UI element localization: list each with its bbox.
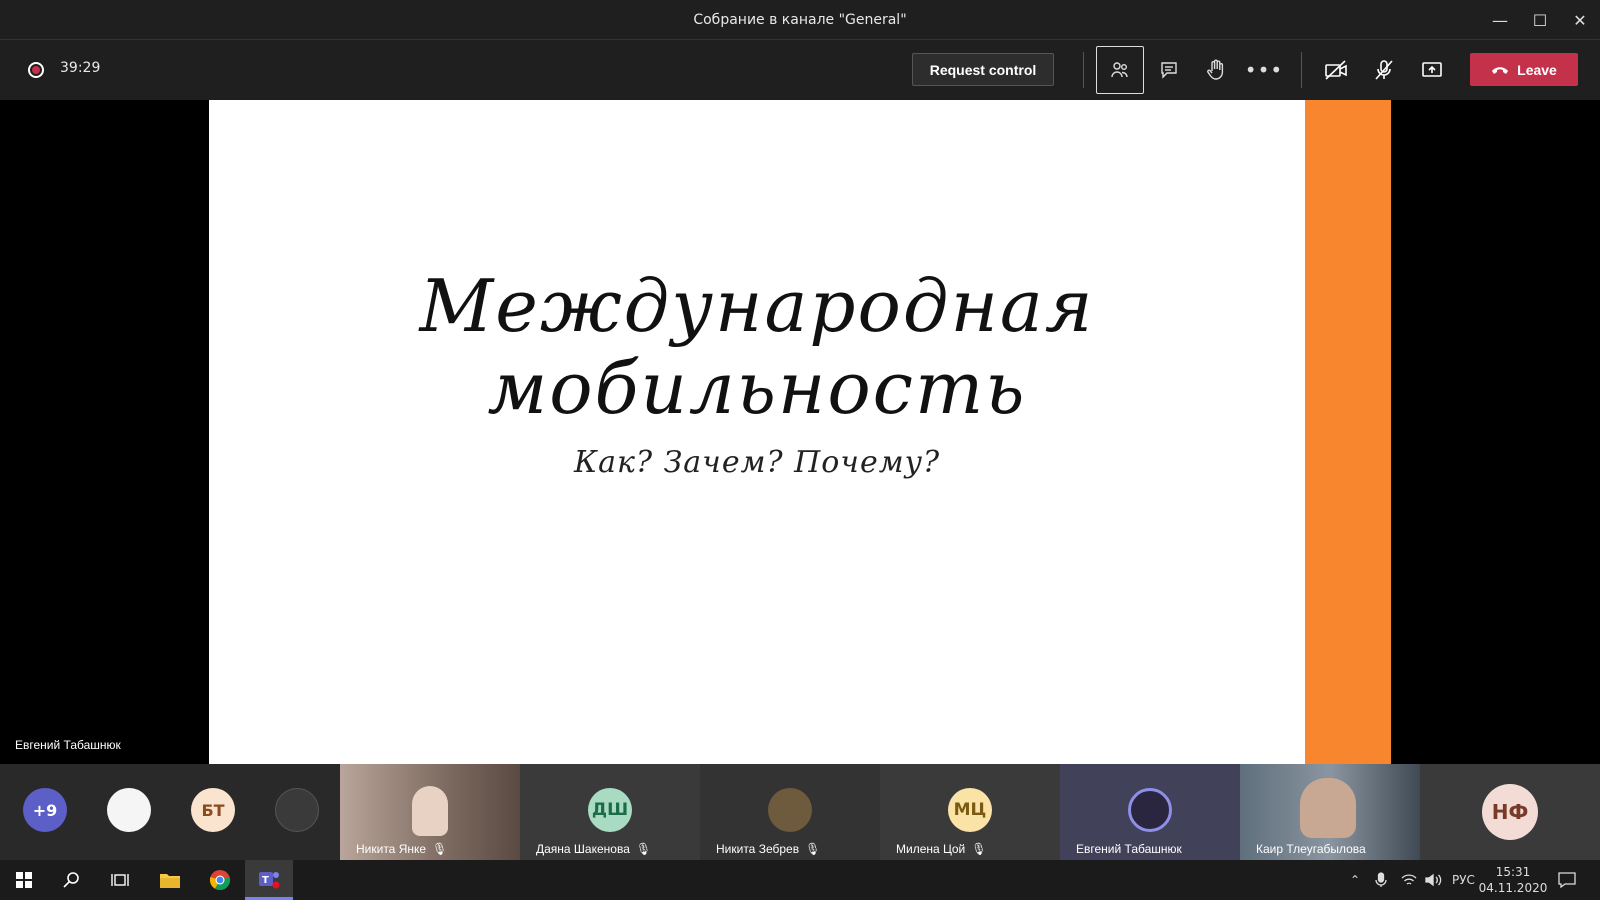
meeting-timer: 39:29 <box>60 60 101 76</box>
participant-name: Никита Янке <box>356 842 427 856</box>
more-options-button[interactable]: ••• <box>1240 46 1288 94</box>
microphone-icon <box>1375 872 1387 887</box>
window-title: Собрание в канале "General" <box>693 11 907 28</box>
share-screen-icon <box>1422 62 1442 77</box>
chat-icon <box>1161 62 1177 79</box>
input-language-indicator[interactable]: РУС <box>1452 860 1475 900</box>
participant-tile[interactable]: Никита Янке 🎙 <box>340 764 520 860</box>
folder-icon <box>160 874 180 888</box>
search-button[interactable] <box>48 860 96 900</box>
share-screen-button[interactable] <box>1408 46 1456 94</box>
slide-subtitle: Как? Зачем? Почему? <box>573 445 941 480</box>
maximize-icon[interactable]: ☐ <box>1520 0 1560 40</box>
participant-name: Евгений Табашнюк <box>1076 842 1182 856</box>
volume-icon <box>1425 873 1442 887</box>
video-feed <box>412 786 448 836</box>
avatar: МЦ <box>948 788 992 832</box>
avatar <box>768 788 812 832</box>
mic-toggle-button[interactable] <box>1360 46 1408 94</box>
show-hidden-icons[interactable]: ⌃ <box>1350 860 1360 900</box>
mic-off-icon: 🎙 <box>805 842 821 856</box>
participant-name: Каир Тлеугабылова <box>1256 842 1366 856</box>
mic-off-icon: 🎙 <box>432 842 448 856</box>
chrome-button[interactable] <box>196 860 244 900</box>
more-icon: ••• <box>1244 58 1284 82</box>
window-controls: — ☐ ✕ <box>1480 0 1600 40</box>
mic-off-icon <box>1375 60 1393 80</box>
avatar: НФ <box>1482 784 1538 840</box>
meeting-toolbar: 39:29 Request control ••• Leave <box>0 40 1600 100</box>
title-bar: Собрание в канале "General" — ☐ ✕ <box>0 0 1600 40</box>
participant-name: Никита Зебрев <box>716 842 800 856</box>
network-tray-icon[interactable] <box>1401 860 1417 900</box>
participant-tile[interactable]: Никита Зебрев 🎙 <box>700 764 880 860</box>
presentation-slide: Международная мобильность Как? Зачем? По… <box>209 100 1305 764</box>
participant-strip: +9 БТ Никита Янке 🎙 ДШ Даяна Шакенова 🎙 Ни… <box>0 764 1600 860</box>
avatar <box>1128 788 1172 832</box>
participant-tile[interactable]: Каир Тлеугабылова <box>1240 764 1420 860</box>
slide-accent-bar <box>1305 100 1391 764</box>
svg-text:T: T <box>262 875 269 886</box>
hand-icon <box>1207 59 1224 80</box>
search-icon <box>63 872 79 888</box>
chat-button[interactable] <box>1145 46 1193 94</box>
teams-icon: T <box>259 871 280 888</box>
avatar[interactable]: БТ <box>191 788 235 832</box>
video-feed <box>1300 778 1356 838</box>
wifi-icon <box>1401 874 1417 885</box>
slide-title: Международная мобильность <box>209 265 1305 429</box>
avatar[interactable] <box>107 788 151 832</box>
start-button[interactable] <box>0 860 48 900</box>
leave-label: Leave <box>1517 61 1557 78</box>
clock-date: 04.11.2020 <box>1478 881 1548 895</box>
action-center-button[interactable] <box>1558 860 1576 900</box>
mic-tray-icon[interactable] <box>1375 860 1387 900</box>
minimize-icon[interactable]: — <box>1480 0 1520 40</box>
windows-taskbar: T ⌃ РУС 15:31 04.11.2020 <box>0 860 1600 900</box>
mic-off-icon: 🎙 <box>635 842 652 856</box>
camera-off-icon <box>1325 60 1347 80</box>
shared-content-stage: Международная мобильность Как? Зачем? По… <box>0 100 1600 764</box>
request-control-button[interactable]: Request control <box>912 53 1054 86</box>
chevron-up-icon: ⌃ <box>1350 873 1361 887</box>
volume-tray-icon[interactable] <box>1425 860 1443 900</box>
close-icon[interactable]: ✕ <box>1560 0 1600 40</box>
windows-icon <box>16 872 32 888</box>
participant-name: Милена Цой <box>896 842 966 856</box>
participant-tile[interactable]: ДШ Даяна Шакенова 🎙 <box>520 764 700 860</box>
avatar[interactable] <box>275 788 319 832</box>
participant-tile-active-speaker[interactable]: Евгений Табашнюк <box>1060 764 1240 860</box>
participant-name: Даяна Шакенова <box>536 842 630 856</box>
toolbar-divider <box>1083 52 1084 88</box>
participant-tile[interactable]: МЦ Милена Цой 🎙 <box>880 764 1060 860</box>
camera-toggle-button[interactable] <box>1312 46 1360 94</box>
presenter-name: Евгений Табашнюк <box>15 738 121 752</box>
file-explorer-button[interactable] <box>146 860 194 900</box>
teams-button[interactable]: T <box>245 860 293 900</box>
overflow-participants-button[interactable]: +9 <box>23 788 67 832</box>
mic-off-icon: 🎙 <box>971 842 987 856</box>
system-clock[interactable]: 15:31 04.11.2020 <box>1478 864 1548 896</box>
participants-button[interactable] <box>1096 46 1144 94</box>
clock-time: 15:31 <box>1495 865 1531 879</box>
participant-tile[interactable]: НФ <box>1420 764 1600 860</box>
avatar: ДШ <box>588 788 632 832</box>
slide-title-line2: мобильность <box>487 346 1027 430</box>
slide-title-line1: Международная <box>419 264 1095 348</box>
task-view-icon <box>111 874 129 886</box>
leave-button[interactable]: Leave <box>1470 53 1578 86</box>
task-view-button[interactable] <box>96 860 144 900</box>
recording-icon <box>28 62 44 78</box>
chrome-icon <box>209 870 231 890</box>
toolbar-divider <box>1301 52 1302 88</box>
participants-icon <box>1111 62 1128 78</box>
raise-hand-button[interactable] <box>1192 46 1240 94</box>
phone-hangup-icon <box>1492 66 1509 74</box>
notifications-icon <box>1558 872 1576 888</box>
